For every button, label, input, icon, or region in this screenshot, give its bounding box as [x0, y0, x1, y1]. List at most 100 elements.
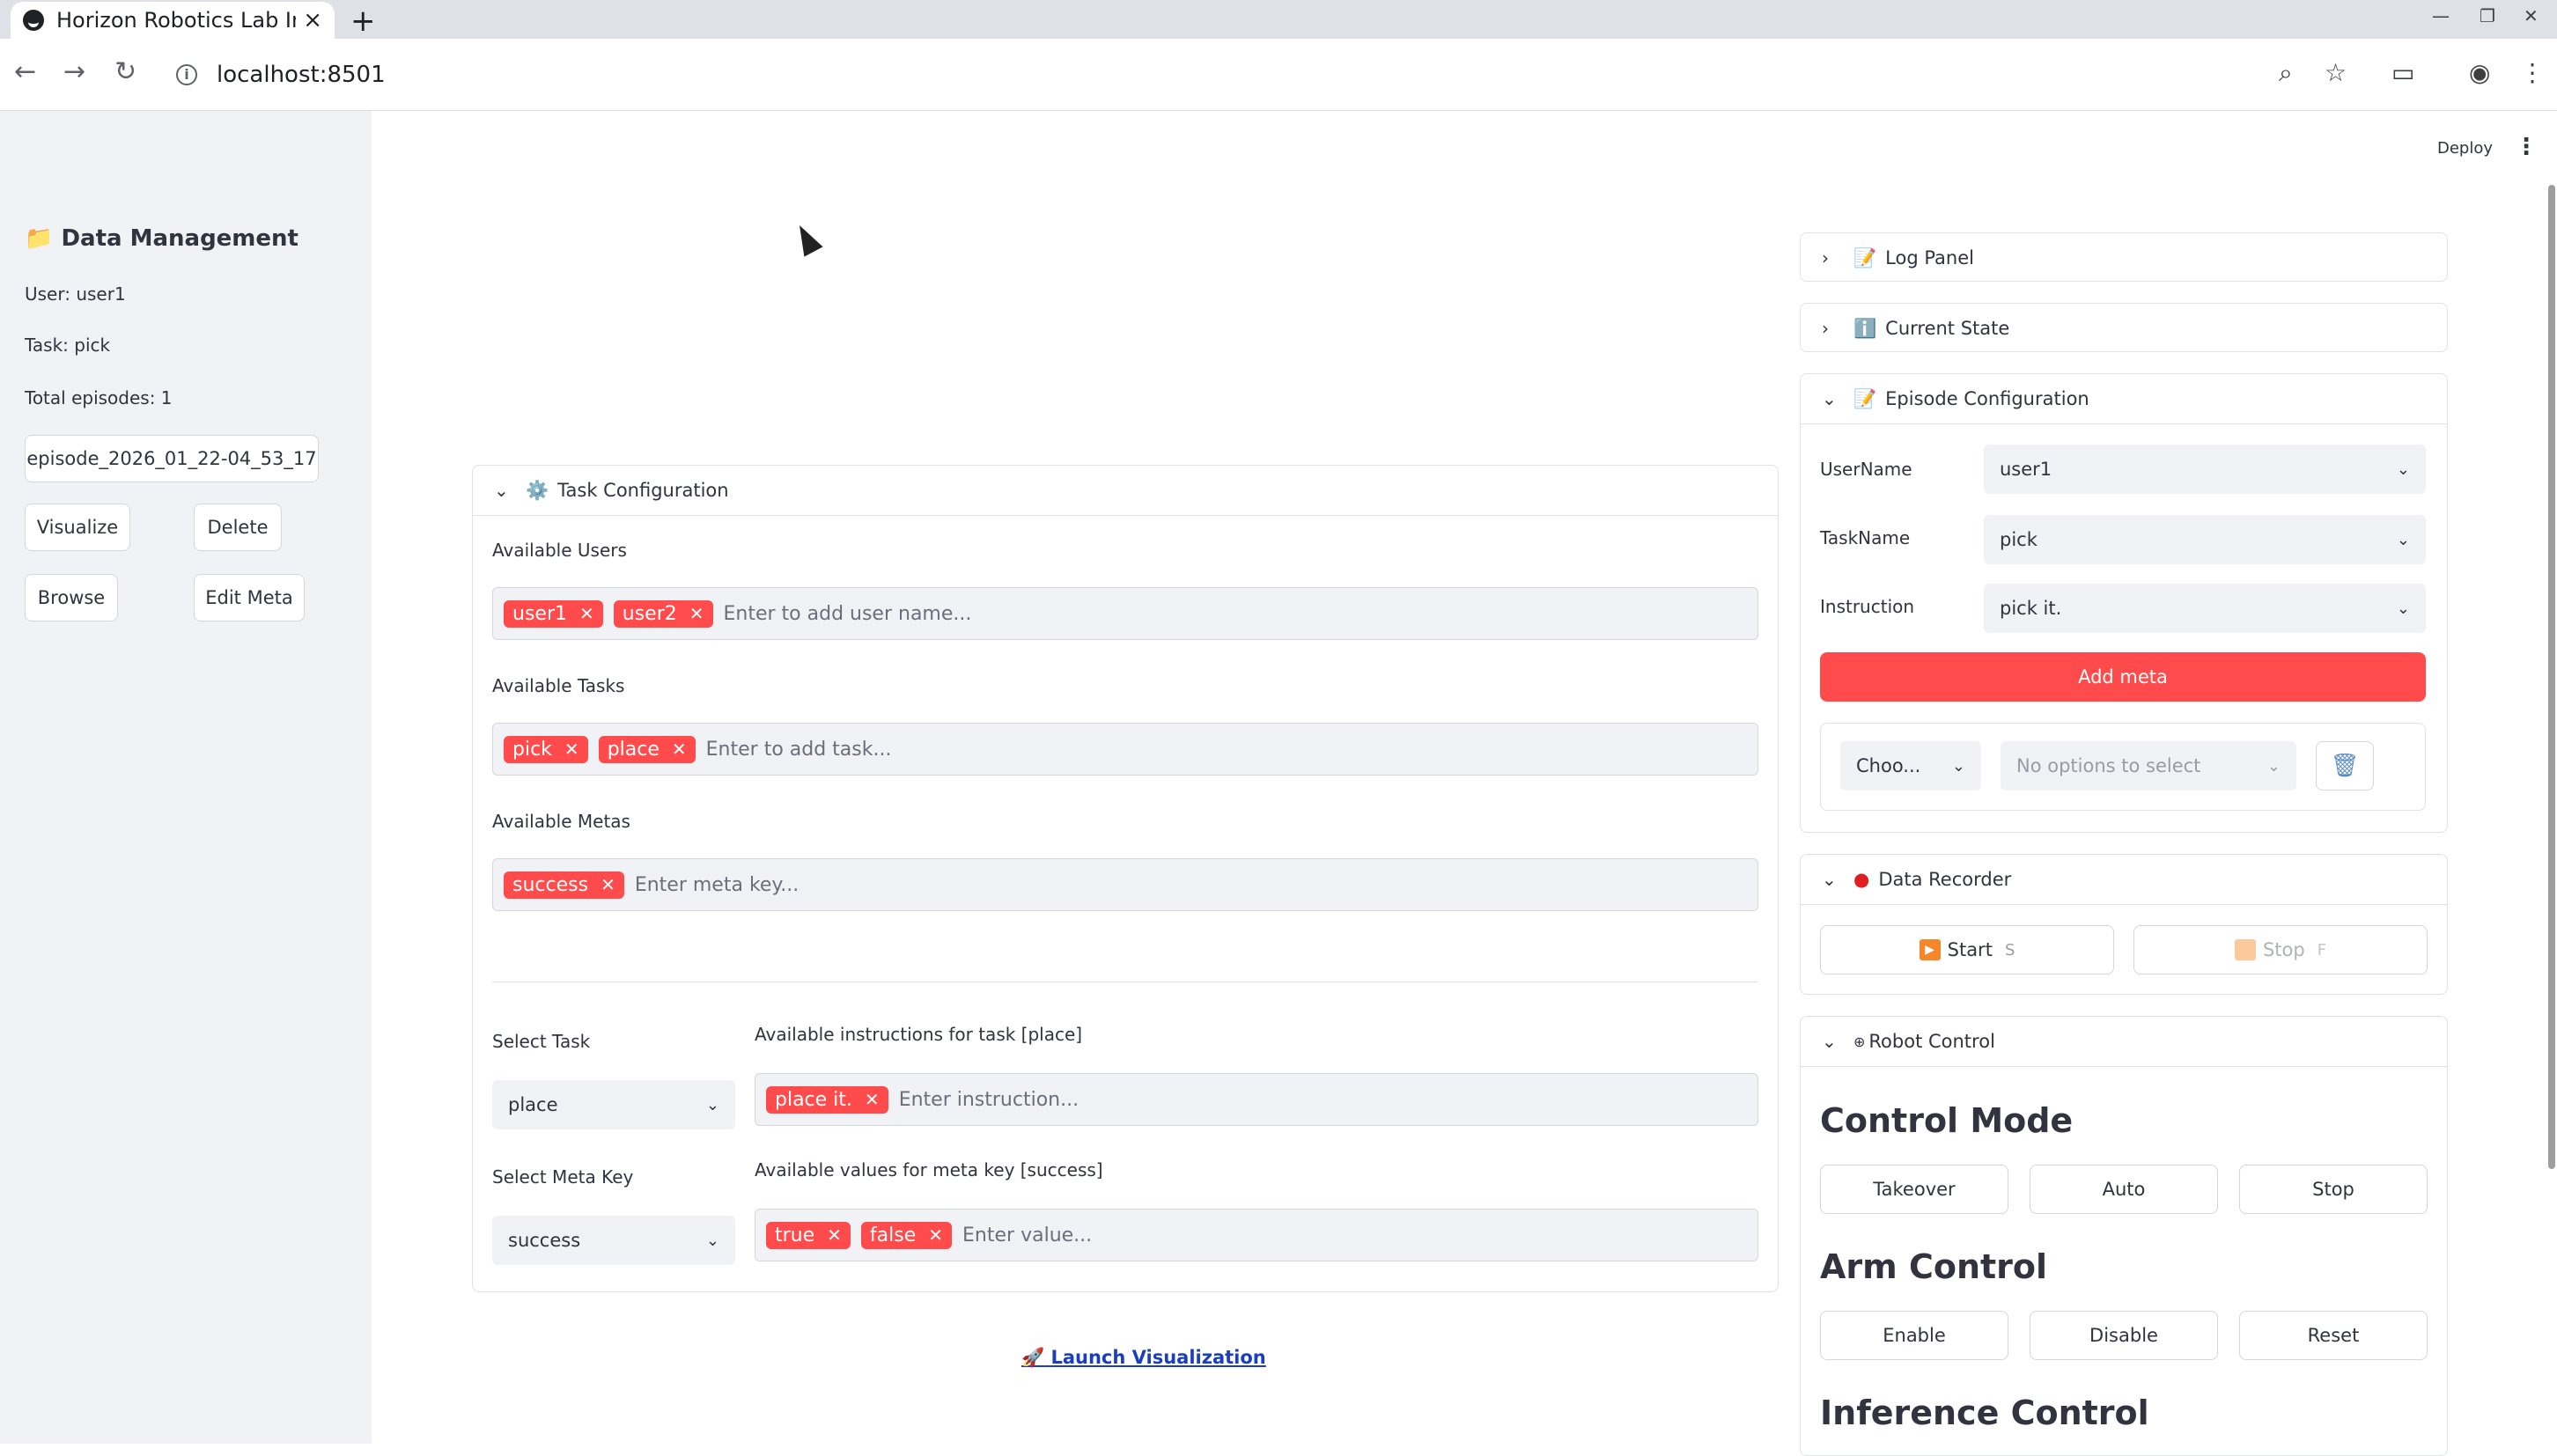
values-tag-input[interactable]: true ✕ false ✕ Enter value...	[755, 1209, 1758, 1261]
task-config-header[interactable]: ⌄ ⚙️ Task Configuration	[473, 466, 1778, 515]
chevron-down-icon: ⌄	[494, 480, 509, 501]
forward-icon[interactable]: →	[63, 56, 85, 87]
stop-button[interactable]: Stop	[2239, 1165, 2428, 1214]
browse-button[interactable]: Browse	[25, 574, 118, 621]
window-close-icon[interactable]: ✕	[2524, 5, 2539, 26]
address-bar: ← → ↻ i localhost:8501 ⌕ ☆ ▭ ◉ ⋮	[0, 39, 2557, 111]
stop-icon	[2234, 939, 2256, 960]
meta-values-label: Available values for meta key [success]	[755, 1159, 1103, 1180]
chevron-down-icon: ⌄	[2396, 530, 2410, 549]
tag-chip: place ✕	[598, 735, 696, 763]
start-button[interactable]: ▶ Start S	[1820, 925, 2114, 974]
disable-button[interactable]: Disable	[2030, 1311, 2218, 1360]
remove-tag-icon[interactable]: ✕	[928, 1224, 943, 1246]
zoom-icon[interactable]: ⌕	[2279, 58, 2293, 88]
values-placeholder: Enter value...	[962, 1224, 1093, 1246]
remove-tag-icon[interactable]: ✕	[579, 603, 594, 624]
tag-chip: place it. ✕	[766, 1085, 888, 1114]
chevron-down-icon: ⌄	[1822, 388, 1837, 409]
inference-control-heading: Inference Control	[1820, 1393, 2149, 1432]
trash-icon[interactable]: 🗑	[2316, 741, 2374, 791]
remove-tag-icon[interactable]: ✕	[689, 603, 704, 624]
page-scrollbar[interactable]	[2548, 185, 2555, 1169]
launch-visualization-link[interactable]: 🚀 Launch Visualization	[1021, 1347, 1266, 1369]
log-panel-expander[interactable]: › 📝 Log Panel	[1800, 232, 2448, 282]
reset-button[interactable]: Reset	[2239, 1311, 2428, 1360]
cast-icon[interactable]: ▭	[2391, 58, 2414, 87]
metas-tag-input[interactable]: success ✕ Enter meta key...	[492, 858, 1758, 911]
tag-chip: false ✕	[860, 1221, 953, 1249]
chevron-right-icon: ›	[1822, 318, 1829, 339]
chevron-down-icon: ⌄	[1822, 869, 1837, 890]
stop-recording-button[interactable]: Stop F	[2133, 925, 2428, 974]
tasks-tag-input[interactable]: pick ✕ place ✕ Enter to add task...	[492, 723, 1758, 776]
episode-config-header[interactable]: ⌄ 📝 Episode Configuration	[1801, 374, 2447, 423]
meta-value-dropdown[interactable]: No options to select ⌄	[2001, 741, 2296, 791]
enable-button[interactable]: Enable	[1820, 1311, 2008, 1360]
log-panel-header: › 📝 Log Panel	[1822, 246, 1974, 269]
bookmark-star-icon[interactable]: ☆	[2325, 58, 2347, 87]
delete-button[interactable]: Delete	[194, 504, 282, 551]
data-recorder-header[interactable]: ⌄ ● Data Recorder	[1801, 855, 2447, 904]
robot-icon: ⊕	[1853, 1033, 1866, 1050]
episode-button[interactable]: episode_2026_01_22-04_53_17	[25, 435, 319, 482]
url-field[interactable]: i localhost:8501	[176, 62, 386, 88]
users-tag-input[interactable]: user1 ✕ user2 ✕ Enter to add user name...	[492, 587, 1758, 640]
sidebar-task: Task: pick	[25, 335, 111, 356]
instructions-placeholder: Enter instruction...	[898, 1088, 1080, 1111]
browser-menu-icon[interactable]: ⋮	[2520, 58, 2545, 87]
new-tab-icon[interactable]: +	[350, 4, 376, 39]
task-config-panel: ⌄ ⚙️ Task Configuration Available Users …	[472, 465, 1779, 1292]
sidebar-total-episodes: Total episodes: 1	[25, 387, 173, 408]
browser-tab-bar: Horizon Robotics Lab Inf × + — ❐ ✕	[0, 0, 2557, 39]
memo-icon: 📝	[1853, 246, 1877, 268]
chevron-down-icon: ⌄	[1951, 756, 1965, 776]
edit-meta-button[interactable]: Edit Meta	[194, 574, 305, 621]
site-info-icon[interactable]: i	[176, 64, 197, 85]
robot-control-header[interactable]: ⌄ ⊕ Robot Control	[1801, 1017, 2447, 1066]
meta-row-container: Choo... ⌄ No options to select ⌄ 🗑	[1820, 723, 2426, 811]
visualize-button[interactable]: Visualize	[25, 504, 130, 551]
chevron-down-icon: ⌄	[2396, 599, 2410, 618]
tab-title: Horizon Robotics Lab Inf	[56, 8, 297, 33]
deploy-button[interactable]: Deploy	[2437, 139, 2493, 158]
remove-tag-icon[interactable]: ✕	[672, 739, 687, 760]
tag-chip: success ✕	[504, 871, 624, 899]
reload-icon[interactable]: ↻	[114, 56, 136, 87]
users-placeholder: Enter to add user name...	[723, 602, 972, 625]
taskname-dropdown[interactable]: pick ⌄	[1984, 515, 2426, 564]
remove-tag-icon[interactable]: ✕	[601, 874, 615, 895]
tab-close-icon[interactable]: ×	[303, 7, 322, 33]
profile-icon[interactable]: ◉	[2469, 58, 2490, 87]
control-mode-heading: Control Mode	[1820, 1101, 2074, 1140]
minimize-icon[interactable]: —	[2432, 5, 2450, 26]
select-task-dropdown[interactable]: place ⌄	[492, 1080, 735, 1129]
auto-button[interactable]: Auto	[2030, 1165, 2218, 1214]
instructions-tag-input[interactable]: place it. ✕ Enter instruction...	[755, 1073, 1758, 1126]
instruction-dropdown[interactable]: pick it. ⌄	[1984, 584, 2426, 633]
select-meta-dropdown[interactable]: success ⌄	[492, 1216, 735, 1265]
play-icon: ▶	[1919, 939, 1941, 960]
header-divider	[1801, 423, 2447, 424]
remove-tag-icon[interactable]: ✕	[827, 1224, 842, 1246]
arm-control-heading: Arm Control	[1820, 1247, 2048, 1286]
url-text: localhost:8501	[217, 62, 386, 88]
available-tasks-label: Available Tasks	[492, 675, 625, 696]
takeover-button[interactable]: Takeover	[1820, 1165, 2008, 1214]
meta-key-dropdown[interactable]: Choo... ⌄	[1840, 741, 1981, 791]
add-meta-button[interactable]: Add meta	[1820, 652, 2426, 702]
remove-tag-icon[interactable]: ✕	[564, 739, 579, 760]
remove-tag-icon[interactable]: ✕	[865, 1089, 880, 1110]
instructions-label: Available instructions for task [place]	[755, 1024, 1083, 1045]
browser-tab[interactable]: Horizon Robotics Lab Inf ×	[11, 2, 335, 39]
chevron-down-icon: ⌄	[1822, 1031, 1837, 1052]
memo-icon: 📝	[1853, 387, 1877, 409]
info-icon: ℹ️	[1853, 317, 1877, 339]
current-state-expander[interactable]: › ℹ️ Current State	[1800, 303, 2448, 352]
main-menu-icon[interactable]: ⋮	[2515, 134, 2538, 160]
restore-icon[interactable]: ❐	[2480, 5, 2495, 26]
back-icon[interactable]: ←	[14, 56, 36, 87]
chevron-down-icon: ⌄	[705, 1231, 719, 1250]
username-dropdown[interactable]: user1 ⌄	[1984, 445, 2426, 494]
chevron-down-icon: ⌄	[2396, 460, 2410, 479]
